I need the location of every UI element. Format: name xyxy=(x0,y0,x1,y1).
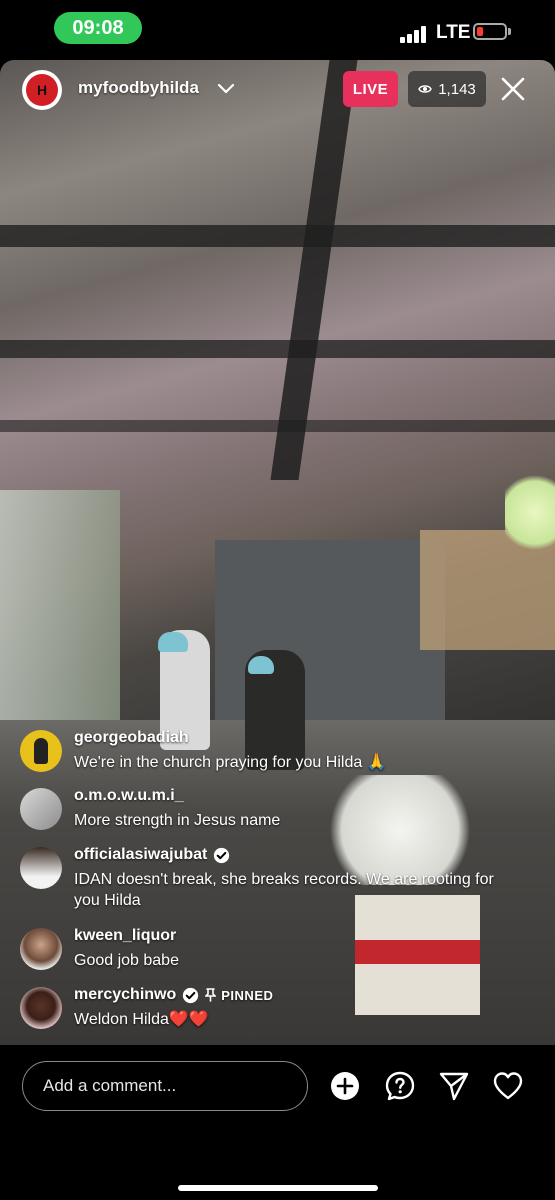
viewer-count: 1,143 xyxy=(438,80,476,98)
live-header: H myfoodbyhilda LIVE 1,143 xyxy=(0,60,555,120)
comment-username[interactable]: georgeobadiah xyxy=(74,729,189,747)
live-badge: LIVE xyxy=(343,71,398,107)
verified-badge-icon xyxy=(183,987,199,1003)
send-icon[interactable] xyxy=(438,1070,470,1102)
comment-text: We're in the church praying for you Hild… xyxy=(74,754,387,771)
comment-username[interactable]: mercychinwo PINNED xyxy=(74,986,273,1004)
eye-icon xyxy=(418,85,433,93)
comment-text: IDAN doesn't break, she breaks records. … xyxy=(74,871,494,909)
close-icon[interactable] xyxy=(498,74,528,104)
comment-text: Good job babe xyxy=(74,952,179,969)
comment-text: More strength in Jesus name xyxy=(74,812,281,829)
comment-text: Weldon Hilda❤️❤️ xyxy=(74,1011,209,1028)
commenter-avatar[interactable] xyxy=(20,788,62,830)
pinned-label: PINNED xyxy=(205,988,273,1003)
host-name[interactable]: myfoodbyhilda xyxy=(78,78,199,98)
comment-username[interactable]: kween_liquor xyxy=(74,927,176,945)
network-label: LTE xyxy=(436,22,471,43)
home-indicator xyxy=(178,1185,378,1191)
cook-cap xyxy=(248,656,274,674)
commenter-avatar[interactable] xyxy=(20,928,62,970)
bottom-bar xyxy=(0,1045,555,1200)
window xyxy=(0,490,120,750)
status-bar: 09:08 LTE xyxy=(0,0,555,60)
signal-icon xyxy=(400,25,428,43)
chevron-down-icon[interactable] xyxy=(216,78,236,98)
commenter-avatar[interactable] xyxy=(20,730,62,772)
heart-icon[interactable] xyxy=(492,1070,524,1102)
verified-badge-icon xyxy=(214,847,230,863)
add-icon[interactable] xyxy=(329,1070,361,1102)
question-icon[interactable] xyxy=(384,1070,416,1102)
viewer-count-badge[interactable]: 1,143 xyxy=(408,71,486,107)
lime-slice xyxy=(505,470,555,555)
battery-tip xyxy=(508,28,511,35)
pin-icon xyxy=(205,988,217,1002)
host-avatar[interactable]: H xyxy=(22,70,62,110)
status-time: 09:08 xyxy=(54,12,142,44)
comment-username[interactable]: o.m.o.w.u.m.i_ xyxy=(74,787,184,805)
commenter-avatar[interactable] xyxy=(20,987,62,1029)
comment-username[interactable]: officialasiwajubat xyxy=(74,846,230,864)
comment-input[interactable] xyxy=(22,1061,308,1111)
commenter-avatar[interactable] xyxy=(20,847,62,889)
battery-icon xyxy=(473,23,507,40)
heart-emojis: ❤️❤️ xyxy=(168,1011,209,1028)
chef-cap xyxy=(158,632,188,652)
